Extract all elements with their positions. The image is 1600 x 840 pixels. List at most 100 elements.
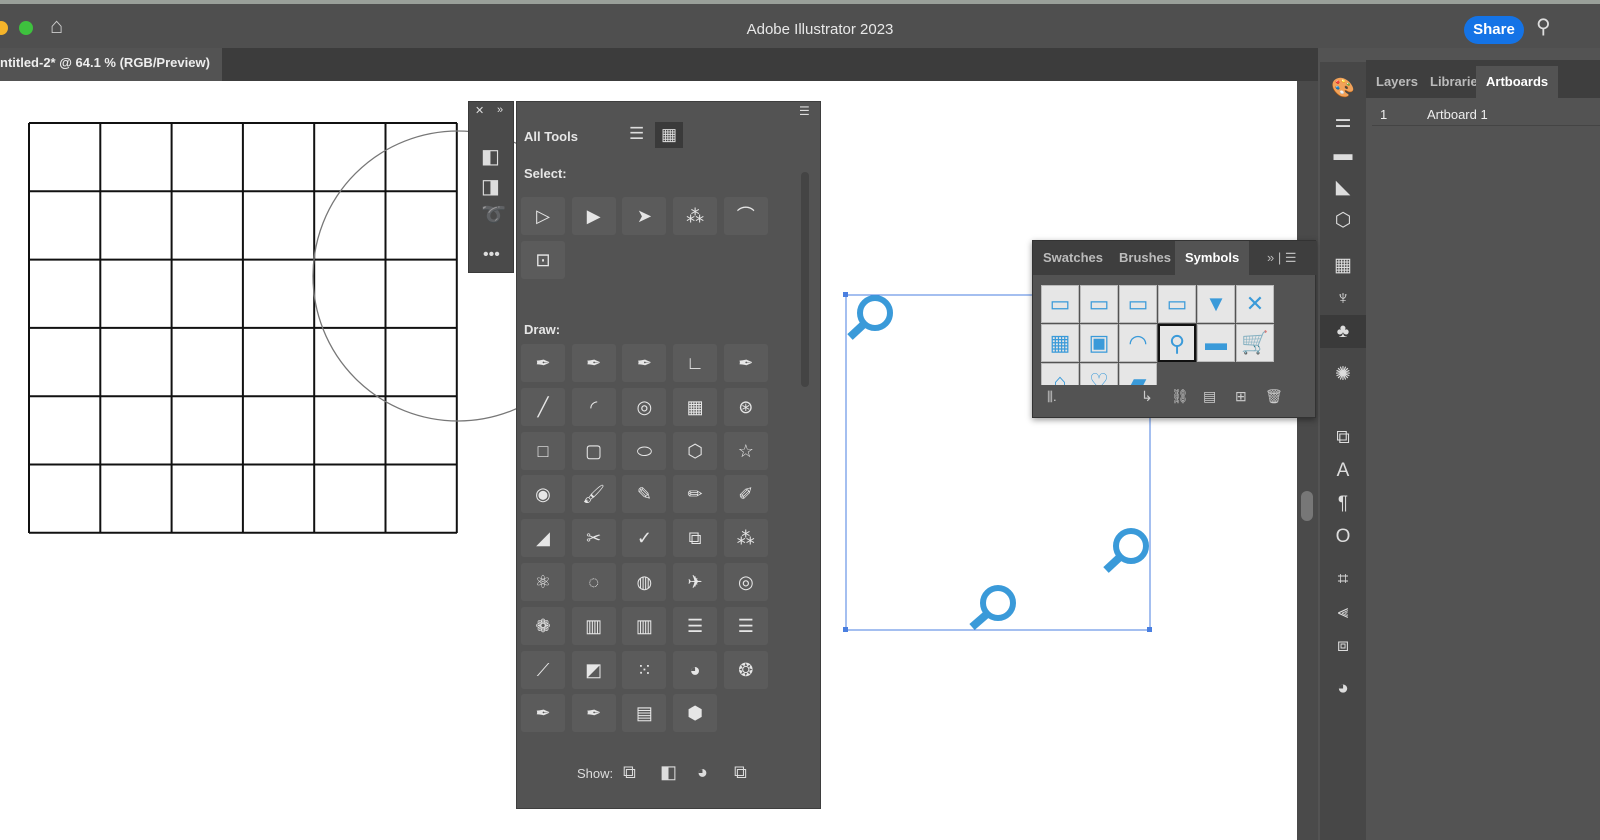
new-symbol-icon[interactable]: ⊞ [1235, 388, 1247, 405]
artboard-row[interactable]: 1 Artboard 1 [1372, 102, 1600, 126]
draw-tool-2[interactable]: ✒ [622, 344, 667, 382]
draw-tool-23[interactable]: ⧉ [673, 519, 718, 558]
color-palette-icon[interactable]: 🎨 [1320, 72, 1366, 105]
draw-tool-25[interactable]: ⚛ [521, 563, 565, 601]
draw-tool-32[interactable]: ▥ [622, 606, 667, 645]
tab-artboards[interactable]: Artboards [1476, 66, 1559, 98]
draw-tool-6[interactable]: ◜ [571, 387, 616, 426]
draw-mode-icon[interactable]: ◕ [697, 762, 708, 783]
symbol-swatch[interactable]: ▰ [1119, 363, 1157, 385]
list-view-icon[interactable]: ☰ [629, 124, 644, 144]
artboard-tool-icon[interactable]: ◧ [481, 144, 500, 169]
draw-tool-15[interactable]: ◉ [521, 475, 565, 514]
draw-tool-35[interactable]: ⟋ [521, 650, 565, 689]
draw-tool-5[interactable]: ╱ [521, 387, 565, 426]
transform-icon[interactable]: ⧉ [1320, 421, 1366, 454]
more-icon[interactable]: ••• [483, 246, 500, 264]
draw-tool-42[interactable]: ▤ [622, 694, 667, 733]
place-symbol-icon[interactable]: ↳ [1141, 388, 1153, 405]
search-icon[interactable]: ⚲ [1536, 14, 1551, 39]
symbol-swatch[interactable]: ▭ [1158, 285, 1196, 323]
draw-tool-24[interactable]: ⁂ [723, 519, 768, 558]
draw-tool-33[interactable]: ☰ [673, 606, 718, 645]
select-tool-3[interactable]: ⁂ [673, 197, 718, 235]
gradient-icon[interactable]: ◣ [1320, 171, 1366, 204]
draw-tool-13[interactable]: ⬡ [673, 431, 718, 470]
lasso-icon[interactable]: ➰ [481, 202, 506, 227]
draw-tool-36[interactable]: ◩ [571, 650, 616, 689]
symbol-swatch[interactable]: ◠ [1119, 324, 1157, 362]
select-tool-5[interactable]: ⊡ [521, 240, 565, 279]
draw-tool-40[interactable]: ✒ [521, 694, 565, 733]
draw-tool-17[interactable]: ✎ [622, 475, 667, 514]
symbol-swatch[interactable]: ▼ [1197, 285, 1235, 323]
grid-view-icon[interactable]: ▦ [655, 122, 683, 148]
select-tool-1[interactable]: ▶ [571, 197, 616, 235]
align-icon[interactable]: ⫷ [1320, 596, 1366, 629]
paragraph-icon[interactable]: ¶ [1320, 487, 1366, 520]
draw-tool-28[interactable]: ✈ [673, 563, 718, 601]
tab-symbols[interactable]: Symbols [1175, 241, 1250, 275]
draw-tool-10[interactable]: □ [521, 431, 565, 470]
draw-tool-4[interactable]: ✒ [723, 344, 768, 382]
tools-scrollbar[interactable] [801, 172, 809, 387]
panel-menu-icon[interactable]: ☰ [799, 104, 810, 118]
symbol-swatch[interactable]: ⌂ [1041, 363, 1079, 385]
draw-tool-29[interactable]: ◎ [723, 563, 768, 601]
symbol-swatch[interactable]: ✕ [1236, 285, 1274, 323]
draw-tool-9[interactable]: ⊛ [723, 387, 768, 426]
symbol-swatch[interactable]: ▣ [1080, 324, 1118, 362]
slice-tool-icon[interactable]: ◨ [481, 174, 500, 199]
symbol-swatch[interactable]: ⚲ [1158, 324, 1196, 362]
draw-tool-21[interactable]: ✂ [571, 519, 616, 558]
swatches-icon[interactable]: ▦ [1320, 249, 1366, 282]
select-tool-0[interactable]: ▷ [521, 197, 565, 235]
draw-tool-34[interactable]: ☰ [723, 606, 768, 645]
share-button[interactable]: Share [1464, 16, 1524, 44]
close-icon[interactable]: ✕ [475, 104, 484, 117]
select-tool-2[interactable]: ➤ [622, 197, 667, 235]
properties-icon[interactable]: ⚌ [1320, 105, 1366, 138]
expand-icon[interactable]: » [497, 104, 503, 116]
scroll-thumb[interactable] [1301, 491, 1313, 521]
pathfinder-icon[interactable]: ⧈ [1320, 629, 1366, 662]
draw-tool-8[interactable]: ▦ [673, 387, 718, 426]
draw-tool-27[interactable]: ◍ [622, 563, 667, 601]
draw-tool-12[interactable]: ⬭ [622, 431, 667, 470]
draw-tool-1[interactable]: ✒ [571, 344, 616, 382]
symbol-swatch[interactable]: ▬ [1197, 324, 1235, 362]
document-tab[interactable]: ntitled-2* @ 64.1 % (RGB/Preview) [0, 48, 222, 81]
draw-tool-20[interactable]: ◢ [521, 519, 565, 558]
fill-stroke-icon[interactable]: ⧉ [623, 762, 636, 783]
draw-tool-22[interactable]: ✓ [622, 519, 667, 558]
symbols-icon[interactable]: ♣ [1320, 315, 1366, 348]
draw-tool-31[interactable]: ▥ [571, 606, 616, 645]
tab-swatches[interactable]: Swatches [1033, 241, 1113, 275]
break-link-icon[interactable]: ⛓ [1171, 388, 1189, 405]
symbol-swatch[interactable]: ♡ [1080, 363, 1118, 385]
symbol-swatch[interactable]: 🛒 [1236, 324, 1274, 362]
vertical-scrollbar[interactable] [1297, 81, 1318, 840]
screen-mode-icon[interactable]: ⧉ [734, 762, 747, 783]
symbol-swatch[interactable]: ▭ [1119, 285, 1157, 323]
draw-tool-19[interactable]: ✐ [723, 475, 768, 514]
draw-tool-14[interactable]: ☆ [723, 431, 768, 470]
tab-brushes[interactable]: Brushes [1109, 241, 1181, 275]
expand-icon[interactable]: » | ☰ [1267, 250, 1297, 266]
symbol-library-icon[interactable]: ⫼. [1047, 389, 1057, 405]
draw-tool-39[interactable]: ❂ [723, 650, 768, 689]
character-icon[interactable]: A [1320, 454, 1366, 487]
tab-layers[interactable]: Layers [1366, 66, 1428, 98]
comments-icon[interactable]: ▬ [1320, 138, 1366, 171]
draw-tool-37[interactable]: ⁙ [622, 650, 667, 689]
draw-tool-7[interactable]: ◎ [622, 387, 667, 426]
symbol-swatch[interactable]: ▭ [1080, 285, 1118, 323]
draw-tool-41[interactable]: ✒ [571, 694, 616, 733]
appearance-icon[interactable]: ◕ [1320, 672, 1366, 705]
select-tool-4[interactable]: ⌒ [723, 197, 768, 235]
symbol-swatch[interactable]: ▭ [1041, 285, 1079, 323]
draw-tool-11[interactable]: ▢ [571, 431, 616, 470]
graphic-styles-icon[interactable]: ✺ [1320, 358, 1366, 391]
opentype-icon[interactable]: O [1320, 520, 1366, 553]
delete-icon[interactable]: 🗑 [1265, 388, 1283, 405]
